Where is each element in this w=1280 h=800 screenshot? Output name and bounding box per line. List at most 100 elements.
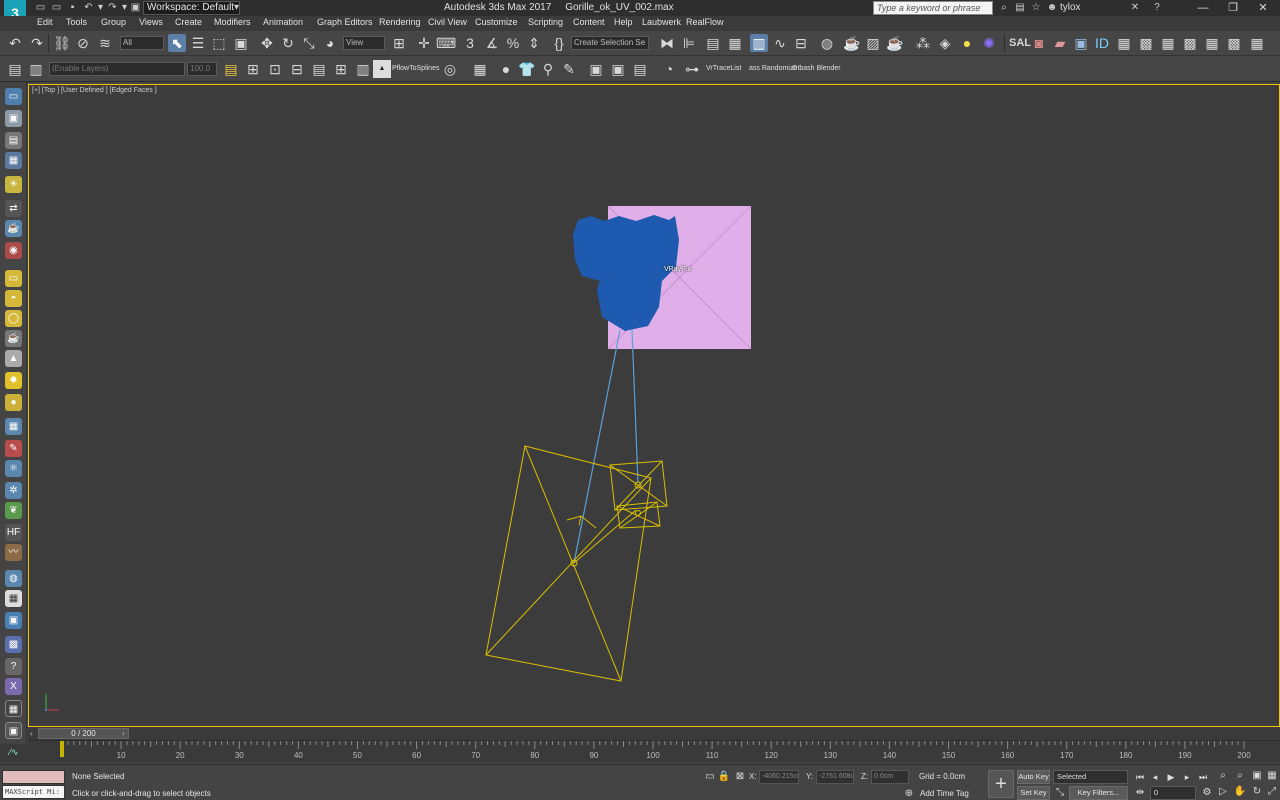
select-and-link-icon[interactable]: ⛓ <box>53 34 71 52</box>
time-slider-thumb[interactable]: 0 / 200 <box>38 728 129 739</box>
frame-icon[interactable]: ▣ <box>587 60 605 78</box>
menu-rendering[interactable]: Rendering <box>379 17 421 27</box>
field-of-view-icon[interactable]: ▷ <box>1216 785 1230 799</box>
subscription-icon[interactable]: ▤ <box>1013 1 1027 15</box>
absolute-mode-icon[interactable]: ⊠ <box>733 770 747 784</box>
new-file-icon[interactable]: ▭ <box>34 2 47 14</box>
track-bar[interactable]: 10 20 30 40 50 60 70 80 90 100 110 120 130 140 150 160 1… <box>28 740 1280 762</box>
viewport-tool-icon[interactable]: ▦ <box>471 60 489 78</box>
open-file-icon[interactable]: ▭ <box>50 2 63 14</box>
script-icon[interactable]: ◙ <box>1030 34 1048 52</box>
transform-icon[interactable]: ⇄ <box>5 200 22 217</box>
sphere-icon[interactable]: ✺ <box>980 34 998 52</box>
light-bulb-icon[interactable]: ● <box>958 34 976 52</box>
molecule-icon[interactable]: ⚛ <box>5 460 22 477</box>
list-icon[interactable]: ▤ <box>5 132 22 149</box>
cone-icon[interactable]: ▲ <box>5 350 22 367</box>
menu-graph-editors[interactable]: Graph Editors <box>317 17 373 27</box>
box-icon[interactable]: ▭ <box>5 270 22 287</box>
toggle-scene-explorer-icon[interactable]: ▤ <box>704 34 722 52</box>
select-and-place-icon[interactable]: ◕ <box>321 34 339 52</box>
xyz-icon[interactable]: X <box>5 678 22 695</box>
trace-icon[interactable]: ⊶ <box>683 60 701 78</box>
redo-icon[interactable]: ↷ <box>28 34 46 52</box>
percent-snap-icon[interactable]: % <box>504 34 522 52</box>
layer-manager-icon[interactable]: ▤ <box>222 60 240 78</box>
window-crossing-icon[interactable]: ▣ <box>232 34 250 52</box>
go-to-start-icon[interactable]: ⏮ <box>1133 770 1147 784</box>
close-button[interactable]: ✕ <box>1248 0 1278 16</box>
pivot-center-icon[interactable]: ⊞ <box>390 34 408 52</box>
minimize-button[interactable]: — <box>1188 0 1218 16</box>
current-frame-field[interactable]: 0 <box>1150 786 1196 800</box>
select-object-icon[interactable]: ⬉ <box>168 34 186 52</box>
pflow-to-splines-icon[interactable]: ▲ <box>373 60 391 78</box>
brush-icon[interactable]: ✎ <box>560 60 578 78</box>
menu-group[interactable]: Group <box>101 17 126 27</box>
reference-coordinate-dropdown[interactable]: View <box>343 36 385 50</box>
light-icon[interactable]: ☀ <box>5 176 22 193</box>
maxscript-listener-input[interactable] <box>2 770 65 784</box>
particle-icon[interactable]: ⁂ <box>914 34 932 52</box>
dome-icon[interactable]: ◓ <box>5 290 22 307</box>
project-folder-icon[interactable]: ▣ <box>129 2 142 14</box>
selection-filter-dropdown[interactable]: All <box>120 36 164 50</box>
tshirt-icon[interactable]: 👕 <box>518 60 536 78</box>
render-setup-icon[interactable]: ☕ <box>843 34 861 52</box>
prep-icon[interactable]: ▣ <box>1072 34 1090 52</box>
checker5-icon[interactable]: ▦ <box>1248 34 1266 52</box>
previous-frame-icon[interactable]: ◂ <box>1148 770 1162 784</box>
viewports-icon[interactable]: ▣ <box>5 722 22 739</box>
x-coordinate-field[interactable]: -4060.215cr <box>759 770 799 784</box>
layer-tool5-icon[interactable]: ▥ <box>354 60 372 78</box>
pflow-to-splines-label[interactable]: PflowToSplines <box>392 65 439 72</box>
scene-explorer-icon[interactable]: ▦ <box>5 152 22 169</box>
pin-icon[interactable]: ⚲ <box>539 60 557 78</box>
next-frame-icon[interactable]: ▸ <box>1180 770 1194 784</box>
mesh-icon[interactable]: ▩ <box>5 636 22 653</box>
maximize-button[interactable]: ❐ <box>1218 0 1248 16</box>
menu-customize[interactable]: Customize <box>475 17 518 27</box>
workspace-dropdown-icon[interactable]: ▾ <box>230 2 243 14</box>
menu-edit[interactable]: Edit <box>37 17 53 27</box>
checker2-icon[interactable]: ▩ <box>1181 34 1199 52</box>
layer-tool2-icon[interactable]: ⊟ <box>288 60 306 78</box>
bind-to-space-warp-icon[interactable]: ≋ <box>96 34 114 52</box>
rendered-frame-window-icon[interactable]: ▨ <box>864 34 882 52</box>
snaps-toggle-icon[interactable]: 3 <box>461 34 479 52</box>
leaf-icon[interactable]: ❦ <box>5 502 22 519</box>
maxscript-mini-listener[interactable]: MAXScript Mi: <box>2 785 65 799</box>
pattern-tool-icon[interactable]: ▦ <box>5 418 22 435</box>
speedometer-icon[interactable]: ◔ <box>660 60 678 78</box>
help-icon[interactable]: ? <box>1150 1 1164 15</box>
render-icon[interactable]: ▣ <box>5 110 22 127</box>
time-next-arrow-icon[interactable]: › <box>122 728 132 739</box>
grid-layout-icon[interactable]: ▦ <box>5 700 22 717</box>
hair-icon[interactable]: HF <box>5 524 22 541</box>
pattern-icon[interactable]: ▦ <box>1115 34 1133 52</box>
unlink-icon[interactable]: ⊘ <box>74 34 92 52</box>
set-key-icon[interactable]: + <box>988 770 1014 798</box>
pan-view-icon[interactable]: ✋ <box>1233 785 1247 799</box>
layer-tool3-icon[interactable]: ▤ <box>310 60 328 78</box>
curve-editor-icon[interactable]: ∿ <box>771 34 789 52</box>
go-to-end-icon[interactable]: ⏭ <box>1196 770 1210 784</box>
schematic-view-icon[interactable]: ⊟ <box>792 34 810 52</box>
dot-icon[interactable]: ● <box>497 60 515 78</box>
mirror-icon[interactable]: ⧓ <box>658 34 676 52</box>
menu-animation[interactable]: Animation <box>263 17 303 27</box>
menu-modifiers[interactable]: Modifiers <box>214 17 251 27</box>
frame3-icon[interactable]: ▤ <box>631 60 649 78</box>
select-manipulate-icon[interactable]: ✛ <box>415 34 433 52</box>
ring-icon[interactable]: ◯ <box>5 310 22 327</box>
layers-icon[interactable]: ▤ <box>6 60 24 78</box>
save-file-icon[interactable]: ▪ <box>66 2 79 14</box>
toggle-layer-explorer-icon[interactable]: ▦ <box>726 34 744 52</box>
render-elements-icon[interactable]: ◈ <box>936 34 954 52</box>
camera-target-frustum[interactable] <box>485 445 652 682</box>
grid-icon[interactable]: ▦ <box>1159 34 1177 52</box>
toggle-ribbon-icon[interactable]: ▥ <box>750 34 768 52</box>
globe-icon[interactable]: ◍ <box>5 570 22 587</box>
key-filter-icon[interactable]: ⤡ <box>1053 786 1067 800</box>
checker4-icon[interactable]: ▩ <box>1225 34 1243 52</box>
